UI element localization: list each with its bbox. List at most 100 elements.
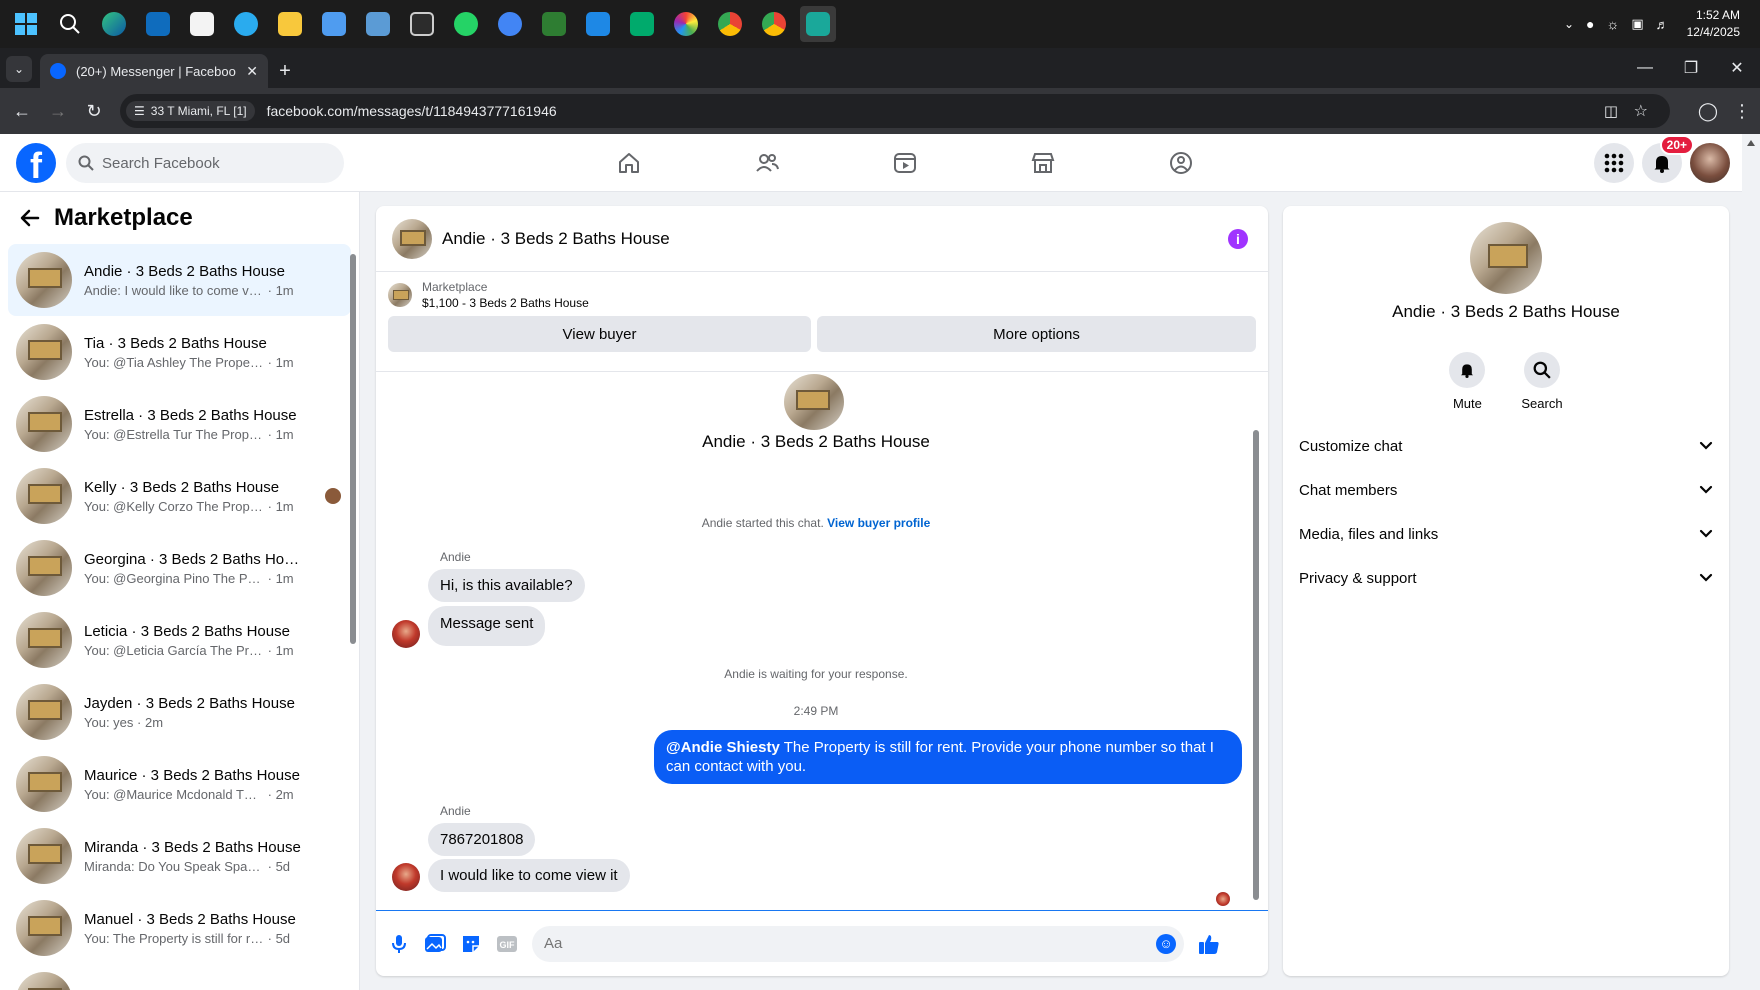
network-icon[interactable]: ▣ — [1631, 16, 1643, 32]
edge-icon[interactable] — [96, 6, 132, 42]
menu-button[interactable] — [1594, 143, 1634, 183]
nav-home[interactable] — [560, 134, 698, 192]
facebook-logo-icon[interactable]: f — [16, 143, 56, 183]
install-app-icon[interactable]: ◫ — [1604, 102, 1618, 120]
nav-friends[interactable] — [698, 134, 836, 192]
back-icon[interactable]: ← — [4, 93, 40, 129]
chrome-icon[interactable] — [712, 6, 748, 42]
restore-icon[interactable]: ❐ — [1668, 48, 1714, 88]
more-options-button[interactable]: More options — [817, 316, 1256, 352]
message-bubble[interactable]: Hi, is this available? — [428, 569, 585, 602]
chevron-up-icon[interactable]: ⌄ — [1564, 17, 1574, 31]
listing-row[interactable]: Marketplace $1,100 - 3 Beds 2 Baths Hous… — [376, 272, 1268, 310]
chat-scroll-thumb[interactable] — [1253, 430, 1259, 900]
brightness-icon[interactable]: ☼ — [1606, 16, 1619, 32]
sticker-icon[interactable] — [460, 933, 482, 955]
conversation-item[interactable]: Georgina · 3 Beds 2 Baths House You: @Ge… — [8, 532, 351, 604]
conversation-item[interactable]: Kelly · 3 Beds 2 Baths House You: @Kelly… — [8, 460, 351, 532]
chrome-profile-icon[interactable] — [756, 6, 792, 42]
chat-title[interactable]: Andie · 3 Beds 2 Baths House — [442, 229, 670, 249]
message-input[interactable] — [544, 935, 1104, 952]
store-icon[interactable] — [184, 6, 220, 42]
new-tab-icon[interactable]: + — [268, 54, 302, 88]
thumbs-up-icon[interactable] — [1198, 933, 1220, 955]
tab-messenger[interactable]: (20+) Messenger | Facebook ✕ — [40, 54, 268, 88]
back-arrow-icon[interactable] — [20, 208, 40, 228]
nav-groups[interactable] — [1112, 134, 1250, 192]
sidebar-scroll-thumb[interactable] — [350, 254, 356, 644]
close-window-icon[interactable]: ✕ — [1714, 48, 1760, 88]
profile-icon[interactable]: ◯ — [1690, 93, 1726, 129]
nav-marketplace[interactable] — [974, 134, 1112, 192]
notifications-button[interactable]: 20+ — [1642, 135, 1694, 183]
telegram-icon[interactable] — [228, 6, 264, 42]
site-info-chip[interactable]: ☰ 33 T Miami, FL [1] — [126, 101, 255, 121]
emoji-icon[interactable]: ☺ — [1156, 933, 1176, 954]
mention[interactable]: @Andie Shiesty — [666, 739, 780, 756]
chat-scrollbar[interactable] — [1252, 370, 1260, 910]
conversation-item[interactable]: Miranda · 3 Beds 2 Baths House Miranda: … — [8, 820, 351, 892]
conversation-item[interactable]: Leticia · 3 Beds 2 Baths House You: @Let… — [8, 604, 351, 676]
info-section[interactable]: Media, files and links — [1299, 512, 1713, 556]
color-wheel-icon[interactable] — [668, 6, 704, 42]
minimize-icon[interactable]: — — [1622, 48, 1668, 88]
page-scroll-up-icon[interactable] — [1747, 140, 1755, 146]
close-tab-icon[interactable]: ✕ — [246, 63, 258, 80]
active-app-icon[interactable] — [800, 6, 836, 42]
facebook-search[interactable]: Search Facebook — [66, 143, 344, 183]
view-buyer-button[interactable]: View buyer — [388, 316, 812, 352]
info-thumbnail[interactable] — [1470, 222, 1542, 294]
page-scrollbar[interactable] — [1742, 134, 1760, 990]
snipping-tool-icon[interactable] — [360, 6, 396, 42]
nav-video[interactable] — [836, 134, 974, 192]
lock-app-icon[interactable] — [536, 6, 572, 42]
volume-icon[interactable]: ♬ — [1656, 17, 1669, 32]
tripadvisor-icon[interactable] — [624, 6, 660, 42]
message-bubble[interactable]: 7867201808 — [428, 823, 536, 856]
view-buyer-profile-link[interactable]: View buyer profile — [827, 516, 930, 530]
file-explorer-icon[interactable] — [272, 6, 308, 42]
mute-button[interactable]: Mute — [1449, 352, 1486, 411]
microphone-icon[interactable] — [388, 933, 410, 955]
gif-icon[interactable]: GIF — [496, 933, 518, 955]
conversation-item[interactable]: Tia · 3 Beds 2 Baths House You: @Tia Ash… — [8, 316, 351, 388]
reload-icon[interactable]: ↻ — [76, 93, 112, 129]
conversation-item[interactable]: Andie · 3 Beds 2 Baths House Andie: I wo… — [8, 244, 351, 316]
search-icon[interactable] — [52, 6, 88, 42]
conversation-item[interactable]: Jayden · 3 Beds 2 Baths House You: yes ·… — [8, 676, 351, 748]
url-text[interactable]: facebook.com/messages/t/1184943777161946 — [267, 103, 557, 119]
sidebar-scrollbar[interactable] — [348, 242, 356, 982]
notepad-icon[interactable] — [316, 6, 352, 42]
bookmark-star-icon[interactable]: ☆ — [1634, 101, 1648, 121]
message-bubble[interactable]: I would like to come view it — [428, 859, 630, 892]
sender-avatar[interactable] — [392, 863, 420, 891]
tab-search-icon[interactable]: ⌄ — [6, 56, 32, 82]
info-section[interactable]: Chat members — [1299, 468, 1713, 512]
chat-header[interactable]: Andie · 3 Beds 2 Baths House i — [376, 206, 1268, 272]
address-bar[interactable]: ☰ 33 T Miami, FL [1] facebook.com/messag… — [120, 94, 1670, 128]
forward-icon[interactable]: → — [40, 93, 76, 129]
sail-app-icon[interactable] — [580, 6, 616, 42]
sender-avatar[interactable] — [392, 620, 420, 648]
outgoing-message-bubble[interactable]: @Andie Shiesty The Property is still for… — [654, 730, 1242, 784]
clock[interactable]: 1:52 AM 12/4/2025 — [1687, 7, 1740, 41]
photo-icon[interactable] — [424, 933, 446, 955]
info-icon[interactable]: i — [1228, 229, 1248, 249]
search-conversation-button[interactable]: Search — [1521, 352, 1563, 411]
chrome-menu-icon[interactable]: ⋮ — [1724, 93, 1760, 129]
windows-start-icon[interactable] — [8, 6, 44, 42]
conversation-item[interactable]: Estrella · 3 Beds 2 Baths House You: @Es… — [8, 388, 351, 460]
conversation-item[interactable]: Michael · 3 Beds 2 Baths House — [8, 964, 351, 990]
account-avatar[interactable] — [1690, 143, 1730, 183]
conversation-item[interactable]: Maurice · 3 Beds 2 Baths House You: @Mau… — [8, 748, 351, 820]
app-blue-icon[interactable] — [492, 6, 528, 42]
conversation-item[interactable]: Manuel · 3 Beds 2 Baths House You: The P… — [8, 892, 351, 964]
info-section[interactable]: Privacy & support — [1299, 556, 1713, 600]
security-icon[interactable]: ● — [1586, 16, 1594, 32]
message-input-wrapper[interactable]: ☺ — [532, 925, 1184, 962]
outlook-icon[interactable] — [140, 6, 176, 42]
whatsapp-icon[interactable] — [448, 6, 484, 42]
info-section[interactable]: Customize chat — [1299, 424, 1713, 468]
inkscape-icon[interactable] — [404, 6, 440, 42]
message-bubble[interactable]: Message sent — [428, 606, 546, 646]
